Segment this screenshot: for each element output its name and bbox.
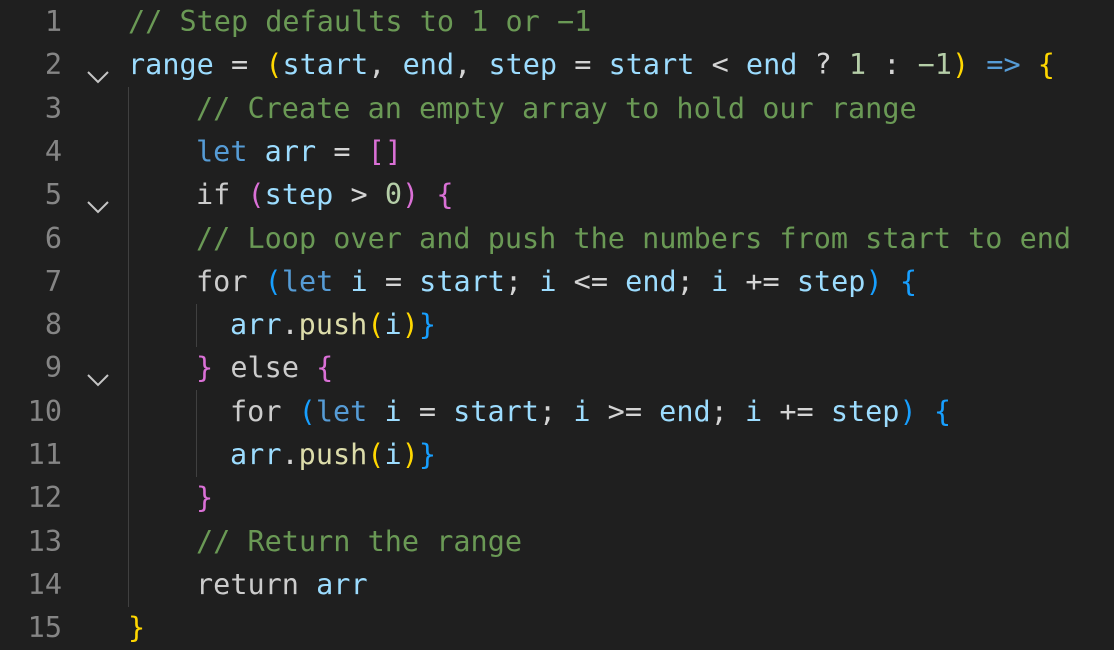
line-number: 1: [44, 4, 62, 38]
line-number: 2: [44, 48, 62, 82]
chevron-down-icon[interactable]: [86, 58, 110, 84]
code-line[interactable]: 13 // Return the range: [0, 520, 1114, 563]
code-text: let arr = []: [196, 134, 402, 168]
code-text: // Create an empty array to hold our ran…: [196, 91, 917, 125]
line-number: 14: [27, 567, 62, 601]
code-text: arr.push(i)}: [230, 307, 436, 341]
chevron-down-icon[interactable]: [86, 188, 110, 214]
line-number: 5: [44, 177, 62, 211]
line-number: 11: [27, 437, 62, 471]
line-number: 10: [27, 394, 62, 428]
line-number: 13: [27, 524, 62, 558]
line-number: 3: [44, 91, 62, 125]
code-text: range = (start, end, step = start < end …: [128, 48, 1055, 82]
code-line[interactable]: 9 } else {: [0, 347, 1114, 390]
code-text: for (let i = start; i <= end; i += step)…: [196, 264, 917, 298]
code-text: for (let i = start; i >= end; i += step)…: [230, 394, 951, 428]
code-editor[interactable]: 1 // Step defaults to 1 or −1 2 range = (st…: [0, 0, 1114, 650]
code-line[interactable]: 2 range = (start, end, step = start < end…: [0, 44, 1114, 87]
code-line[interactable]: 11 arr.push(i)}: [0, 434, 1114, 477]
code-line[interactable]: 1 // Step defaults to 1 or −1: [0, 1, 1114, 44]
line-number: 8: [44, 307, 62, 341]
indent-guide: [196, 390, 197, 477]
code-line[interactable]: 8 arr.push(i)}: [0, 304, 1114, 347]
code-line[interactable]: 3 // Create an empty array to hold our ra…: [0, 87, 1114, 130]
code-text: } else {: [196, 351, 334, 385]
code-text: arr.push(i)}: [230, 437, 436, 471]
code-line[interactable]: 12}: [0, 477, 1114, 520]
code-line[interactable]: 6 // Loop over and push the numbers from …: [0, 217, 1114, 260]
indent-guide: [196, 303, 197, 347]
code-text: return arr: [196, 567, 368, 601]
code-line[interactable]: 15}: [0, 607, 1114, 650]
code-line[interactable]: 14 return arr: [0, 563, 1114, 606]
line-number: 12: [27, 481, 62, 515]
code-line[interactable]: 5 if (step > 0) {: [0, 174, 1114, 217]
line-number: 6: [44, 221, 62, 255]
code-text: // Return the range: [196, 524, 523, 558]
line-number: 15: [27, 610, 62, 644]
code-text: }: [196, 481, 214, 515]
chevron-down-icon[interactable]: [86, 361, 110, 387]
indent-guide: [128, 87, 129, 607]
code-line[interactable]: 4 let arr = []: [0, 130, 1114, 173]
code-text: if (step > 0) {: [196, 177, 454, 211]
line-number: 4: [44, 134, 62, 168]
code-text: // Step defaults to 1 or −1: [128, 4, 592, 38]
line-number: 9: [44, 351, 62, 385]
code-text: }: [128, 610, 146, 644]
line-number: 7: [44, 264, 62, 298]
code-line[interactable]: 7 for (let i = start; i <= end; i += step…: [0, 260, 1114, 303]
code-text: // Loop over and push the numbers from s…: [196, 221, 1072, 255]
code-line[interactable]: 10 for (let i = start; i >= end; i += ste…: [0, 390, 1114, 433]
